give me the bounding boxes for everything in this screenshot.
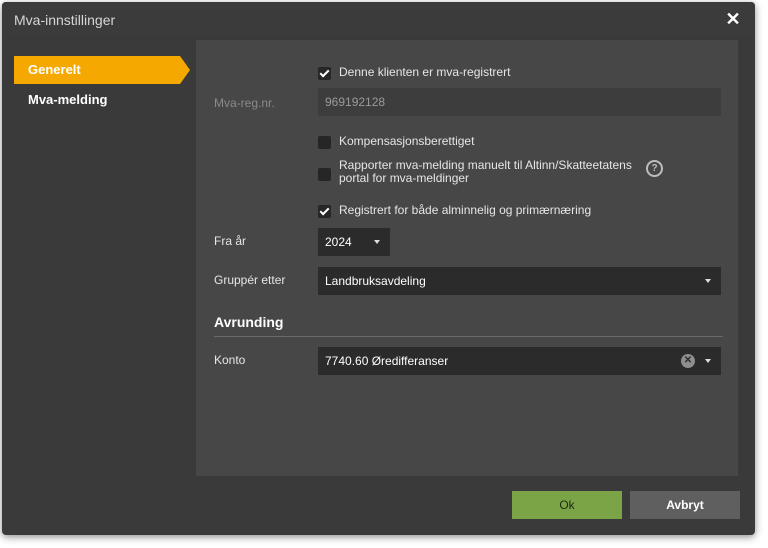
registrert-begge-label: Registrert for både alminnelig og primær…	[339, 203, 592, 217]
checkbox-box[interactable]	[318, 136, 331, 149]
chevron-down-icon	[705, 279, 711, 283]
mva-reg-nr-label: Mva-reg.nr.	[214, 96, 275, 110]
chevron-down-icon	[374, 240, 380, 244]
section-divider	[214, 336, 723, 337]
settings-panel: Denne klienten er mva-registrert Mva-reg…	[196, 40, 738, 476]
rapporter-label-line1: Rapporter mva-melding manuelt til Altinn…	[339, 158, 632, 172]
ok-button[interactable]: Ok	[512, 491, 622, 519]
clear-icon[interactable]: ✕	[681, 354, 695, 368]
kompensasjon-label: Kompensasjonsberettiget	[339, 134, 475, 148]
grupper-etter-select[interactable]: Landbruksavdeling	[318, 267, 721, 295]
grupper-etter-label: Gruppér etter	[214, 273, 286, 287]
grupper-etter-value: Landbruksavdeling	[325, 274, 426, 288]
sidebar-item-label: Generelt	[28, 62, 81, 77]
rapporter-label: Rapporter mva-melding manuelt til Altinn…	[339, 159, 632, 185]
kompensasjon-checkbox[interactable]: Kompensasjonsberettiget	[318, 135, 474, 149]
dialog-title: Mva-innstillinger	[14, 12, 116, 28]
rapporter-label-line2: portal for mva-meldinger	[339, 171, 470, 185]
help-icon[interactable]: ?	[646, 160, 663, 177]
checkmark-icon[interactable]	[318, 205, 331, 218]
title-bar: Mva-innstillinger ✕	[2, 2, 755, 36]
sidebar: Generelt Mva-melding	[2, 36, 196, 476]
mva-reg-nr-field: 969192128	[318, 88, 721, 116]
fra-ar-select[interactable]: 2024	[318, 228, 390, 256]
cancel-button[interactable]: Avbryt	[630, 491, 740, 519]
close-icon[interactable]: ✕	[723, 9, 743, 29]
fra-ar-value: 2024	[325, 235, 352, 249]
fra-ar-label: Fra år	[214, 234, 247, 248]
mva-settings-dialog: Mva-innstillinger ✕ Generelt Mva-melding…	[2, 2, 755, 535]
rapporter-checkbox[interactable]: Rapporter mva-melding manuelt til Altinn…	[318, 159, 632, 185]
sidebar-item-mva-melding[interactable]: Mva-melding	[14, 86, 107, 114]
sidebar-item-generelt[interactable]: Generelt	[14, 56, 190, 84]
konto-value: 7740.60 Øredifferanser	[325, 354, 449, 368]
checkbox-box[interactable]	[318, 168, 331, 181]
konto-label: Konto	[214, 353, 246, 367]
avrunding-heading: Avrunding	[214, 314, 284, 330]
konto-select[interactable]: 7740.60 Øredifferanser ✕	[318, 347, 721, 375]
checkmark-icon[interactable]	[318, 67, 331, 80]
mva-registered-label: Denne klienten er mva-registrert	[339, 65, 511, 79]
registrert-begge-checkbox[interactable]: Registrert for både alminnelig og primær…	[318, 204, 591, 218]
mva-reg-nr-value: 969192128	[325, 95, 386, 109]
mva-registered-checkbox[interactable]: Denne klienten er mva-registrert	[318, 66, 510, 80]
chevron-down-icon	[705, 359, 711, 363]
sidebar-item-label: Mva-melding	[28, 92, 108, 107]
